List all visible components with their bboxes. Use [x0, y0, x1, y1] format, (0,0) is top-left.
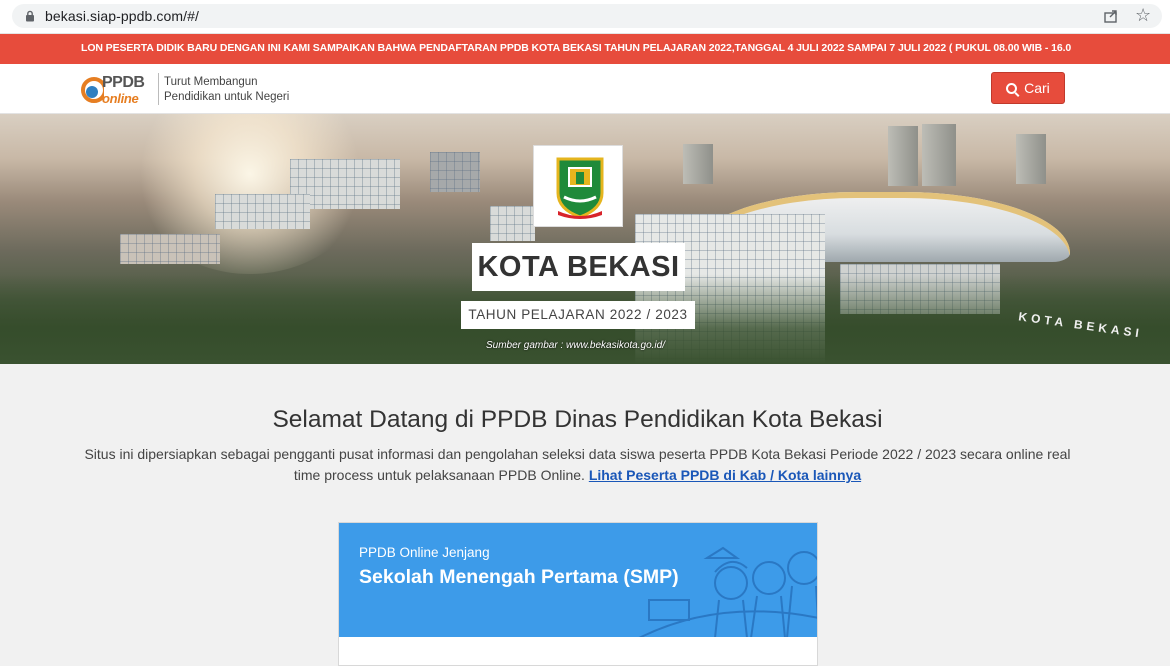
search-button-label: Cari [1024, 80, 1050, 96]
students-illustration-icon [638, 546, 817, 637]
welcome-description: Situs ini dipersiapkan sebagai pengganti… [80, 444, 1075, 486]
tower [683, 144, 713, 184]
search-button[interactable]: Cari [991, 72, 1065, 104]
building [430, 152, 480, 192]
image-source-caption: Sumber gambar : www.bekasikota.go.id/ [486, 340, 665, 351]
welcome-title: Selamat Datang di PPDB Dinas Pendidikan … [272, 406, 883, 433]
building [120, 234, 220, 264]
city-title: KOTA BEKASI [472, 243, 685, 291]
address-bar[interactable]: bekasi.siap-ppdb.com/#/ ☆ [12, 4, 1162, 28]
site-header: PPDB online Turut Membangun Pendidikan u… [0, 64, 1170, 114]
tower [888, 126, 918, 186]
card-subtitle: PPDB Online Jenjang [359, 545, 490, 560]
kota-bekasi-emblem [556, 157, 604, 219]
site-tagline: Turut Membangun Pendidikan untuk Negeri [164, 75, 289, 105]
url-text[interactable]: bekasi.siap-ppdb.com/#/ [45, 8, 199, 24]
school-year-badge: TAHUN PELAJARAN 2022 / 2023 [461, 301, 695, 329]
logo-swirl-icon [81, 77, 104, 103]
browser-toolbar: bekasi.siap-ppdb.com/#/ ☆ [0, 0, 1170, 34]
announcement-marquee: LON PESERTA DIDIK BARU DENGAN INI KAMI S… [0, 34, 1170, 64]
lock-icon[interactable] [24, 10, 36, 22]
tower [1016, 134, 1046, 184]
welcome-description-text: Situs ini dipersiapkan sebagai pengganti… [84, 446, 1071, 483]
smp-card-header[interactable]: PPDB Online Jenjang Sekolah Menengah Per… [339, 523, 817, 637]
tower [922, 124, 956, 186]
other-regions-link[interactable]: Lihat Peserta PPDB di Kab / Kota lainnya [589, 467, 861, 483]
logo-ppdb-text: PPDB [102, 74, 145, 91]
tagline-line1: Turut Membangun [164, 76, 258, 88]
share-icon[interactable] [1103, 8, 1119, 24]
bookmark-star-icon[interactable]: ☆ [1135, 6, 1151, 24]
smp-card[interactable]: PPDB Online Jenjang Sekolah Menengah Per… [338, 522, 818, 666]
search-icon [1006, 83, 1018, 94]
tagline-line2: Pendidikan untuk Negeri [164, 91, 290, 103]
building [490, 206, 535, 241]
logo-divider [158, 73, 159, 105]
logo-online-text: online [102, 91, 139, 106]
marquee-text: LON PESERTA DIDIK BARU DENGAN INI KAMI S… [81, 42, 1072, 54]
emblem-frame [533, 145, 623, 227]
ppdb-logo[interactable]: PPDB online [80, 70, 156, 110]
building [215, 194, 310, 229]
